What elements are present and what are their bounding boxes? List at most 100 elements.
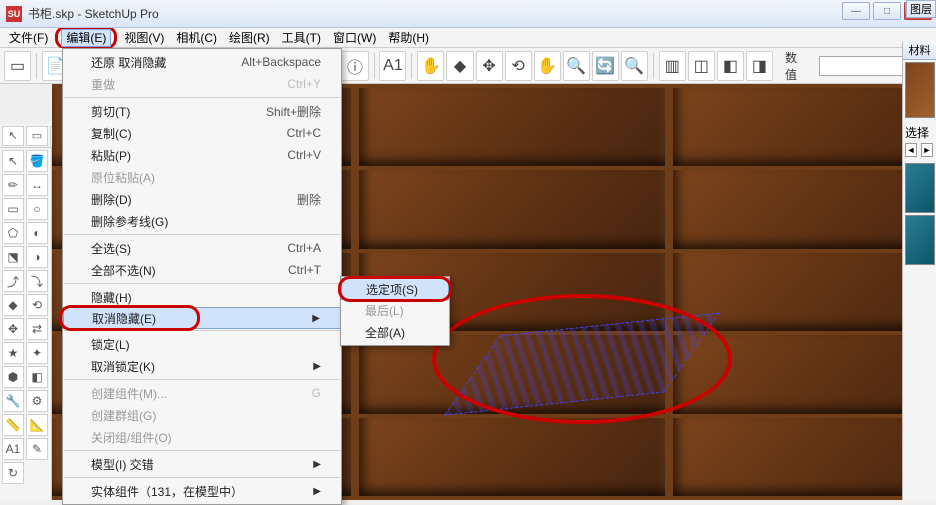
edit-lock[interactable]: 锁定(L) [63, 333, 341, 355]
edit-entity-component[interactable]: 实体组件（131，在模型中）▶ [63, 480, 341, 502]
menu-draw[interactable]: 绘图(R) [224, 27, 275, 48]
titlebar: SU 书柜.skp - SketchUp Pro — □ × [0, 0, 936, 28]
palette-tool-5[interactable]: ○ [26, 198, 48, 220]
edit-delete-guides[interactable]: 删除参考线(G) [63, 210, 341, 232]
section-tool[interactable]: ◫ [688, 51, 715, 81]
palette-tool-18[interactable]: ⬢ [2, 366, 24, 388]
menu-view[interactable]: 视图(V) [119, 27, 169, 48]
menu-item-label: 原位粘贴(A) [91, 169, 155, 186]
palette-tool-15[interactable]: ⇄ [26, 318, 48, 340]
palette-tool-1[interactable]: 🪣 [26, 150, 48, 172]
menu-item-label: 全部不选(N) [91, 262, 156, 279]
layers-panel-tab[interactable]: 图层 [906, 0, 936, 18]
orbit-tool[interactable]: 🔄 [592, 51, 619, 81]
submenu-arrow-icon: ▶ [313, 361, 321, 372]
menu-file[interactable]: 文件(F) [4, 27, 53, 48]
menu-window[interactable]: 窗口(W) [328, 27, 381, 48]
edit-unhide[interactable]: 取消隐藏(E)▶ [63, 307, 341, 329]
materials-panel-title: 材料 [903, 42, 936, 60]
menu-item-label: 创建组件(M)... [91, 385, 167, 402]
unhide-last: 最后(L) [341, 299, 449, 321]
pan-tool[interactable]: ✋ [534, 51, 561, 81]
inference-tool[interactable]: ◧ [717, 51, 744, 81]
value-label: 数值 [775, 49, 816, 83]
rect-small[interactable]: ▭ [26, 126, 48, 146]
palette-tool-13[interactable]: ⟲ [26, 294, 48, 316]
palette-tool-20[interactable]: 🔧 [2, 390, 24, 412]
menu-item-label: 取消锁定(K) [91, 358, 155, 375]
menu-camera[interactable]: 相机(C) [171, 27, 222, 48]
palette-tool-26[interactable]: ↻ [2, 462, 24, 484]
shortcut-label: 删除 [297, 191, 321, 208]
palette-tool-25[interactable]: ✎ [26, 438, 48, 460]
menubar: 文件(F) 编辑(E) 视图(V)相机(C)绘图(R)工具(T)窗口(W)帮助(H) [0, 28, 936, 48]
minimize-button[interactable]: — [842, 2, 870, 20]
palette-tool-22[interactable]: 📏 [2, 414, 24, 436]
palette-tool-7[interactable]: ◐ [26, 222, 48, 244]
menu-item-label: 锁定(L) [91, 336, 130, 353]
hand-tool[interactable]: ✋ [417, 51, 444, 81]
palette-tool-17[interactable]: ✦ [26, 342, 48, 364]
palette-tool-3[interactable]: ↔ [26, 174, 48, 196]
palette-tool-14[interactable]: ✥ [2, 318, 24, 340]
select-tool[interactable]: ▭ [4, 51, 31, 81]
palette-tool-16[interactable]: ★ [2, 342, 24, 364]
layer-tool[interactable]: ▥ [659, 51, 686, 81]
edit-dropdown: 还原 取消隐藏Alt+Backspace重做Ctrl+Y剪切(T)Shift+删… [62, 48, 342, 505]
unhide-all[interactable]: 全部(A) [341, 321, 449, 343]
submenu-arrow-icon: ▶ [313, 459, 321, 470]
model-info[interactable]: ⓘ [341, 51, 368, 81]
palette-tool-8[interactable]: ⬔ [2, 246, 24, 268]
water-material-swatch-2[interactable] [905, 215, 935, 265]
menu-item-label: 模型(I) 交错 [91, 456, 154, 473]
zoom-tool[interactable]: 🔍 [563, 51, 590, 81]
edit-make-component: 创建组件(M)... G [63, 382, 341, 404]
edit-cut[interactable]: 剪切(T)Shift+删除 [63, 100, 341, 122]
menu-item-label: 隐藏(H) [91, 289, 132, 306]
palette-tool-24[interactable]: A1 [2, 438, 24, 460]
pushpull-tool[interactable]: ◆ [446, 51, 473, 81]
router-tool[interactable]: ⟲ [505, 51, 532, 81]
menu-item-label: 创建群组(G) [91, 407, 156, 424]
palette-tool-6[interactable]: ⬠ [2, 222, 24, 244]
palette-tool-0[interactable]: ↖ [2, 150, 24, 172]
edit-unlock[interactable]: 取消锁定(K) ▶ [63, 355, 341, 377]
edit-select-none[interactable]: 全部不选(N)Ctrl+T [63, 259, 341, 281]
wood-material-swatch[interactable] [905, 62, 935, 118]
palette-tool-23[interactable]: 📐 [26, 414, 48, 436]
unhide-selected[interactable]: 选定项(S) [341, 278, 449, 300]
edit-intersect[interactable]: 模型(I) 交错 ▶ [63, 453, 341, 475]
shadow-tool[interactable]: ◨ [746, 51, 773, 81]
palette-tool-10[interactable]: ⤴ [2, 270, 24, 292]
select-small[interactable]: ↖ [2, 126, 24, 146]
material-next[interactable]: ► [921, 143, 933, 157]
palette-tool-9[interactable]: ◑ [26, 246, 48, 268]
menu-edit[interactable]: 编辑(E) [61, 29, 111, 47]
edit-select-all[interactable]: 全选(S)Ctrl+A [63, 237, 341, 259]
move-tool[interactable]: ✥ [476, 51, 503, 81]
palette-tool-12[interactable]: ◆ [2, 294, 24, 316]
menu-help[interactable]: 帮助(H) [383, 27, 434, 48]
zoom-extents[interactable]: 🔍 [621, 51, 648, 81]
maximize-button[interactable]: □ [873, 2, 901, 20]
edit-paste-in-place: 原位粘贴(A) [63, 166, 341, 188]
shortcut-label: G [312, 386, 321, 400]
edit-delete[interactable]: 删除(D) 删除 [63, 188, 341, 210]
menu-item-label: 关闭组/组件(O) [91, 429, 172, 446]
palette-tool-4[interactable]: ▭ [2, 198, 24, 220]
shortcut-label: Ctrl+Y [287, 77, 321, 91]
palette-tool-21[interactable]: ⚙ [26, 390, 48, 412]
text-tool[interactable]: A1 [379, 51, 406, 81]
material-prev[interactable]: ◄ [905, 143, 917, 157]
palette-tool-11[interactable]: ⤵ [26, 270, 48, 292]
menu-item-label: 删除(D) [91, 191, 132, 208]
edit-paste[interactable]: 粘贴(P)Ctrl+V [63, 144, 341, 166]
palette-tool-19[interactable]: ◧ [26, 366, 48, 388]
edit-undo[interactable]: 还原 取消隐藏Alt+Backspace [63, 51, 341, 73]
menu-tools[interactable]: 工具(T) [277, 27, 326, 48]
edit-hide[interactable]: 隐藏(H) [63, 286, 341, 308]
palette-tool-2[interactable]: ✏ [2, 174, 24, 196]
shortcut-label: Ctrl+V [287, 148, 321, 162]
edit-copy[interactable]: 复制(C)Ctrl+C [63, 122, 341, 144]
water-material-swatch-1[interactable] [905, 163, 935, 213]
